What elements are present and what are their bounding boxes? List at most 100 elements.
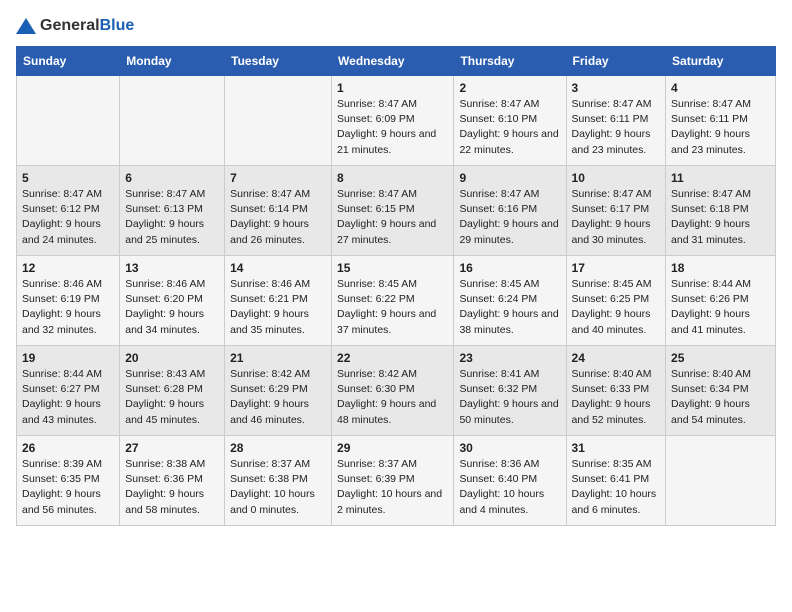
calendar-cell: 7 Sunrise: 8:47 AM Sunset: 6:14 PM Daylig… [225,166,332,256]
day-number: 18 [671,261,770,275]
cell-content: Sunrise: 8:46 AM Sunset: 6:21 PM Dayligh… [230,277,326,338]
cell-content: Sunrise: 8:47 AM Sunset: 6:09 PM Dayligh… [337,97,448,158]
calendar-week-4: 19 Sunrise: 8:44 AM Sunset: 6:27 PM Dayli… [17,346,776,436]
day-number: 20 [125,351,219,365]
weekday-header-friday: Friday [566,47,666,76]
calendar-cell [666,436,776,526]
header: GeneralBlue [16,16,776,36]
cell-content: Sunrise: 8:46 AM Sunset: 6:19 PM Dayligh… [22,277,114,338]
day-number: 29 [337,441,448,455]
calendar-cell: 27Sunrise: 8:38 AM Sunset: 6:36 PM Dayli… [120,436,225,526]
calendar-cell: 30 Sunrise: 8:36 AM Sunset: 6:40 PM Dayli… [454,436,566,526]
logo-general-text: General [40,17,100,34]
day-number: 2 [459,81,560,95]
cell-content: Sunrise: 8:47 AM Sunset: 6:11 PM Dayligh… [572,97,661,158]
weekday-header-wednesday: Wednesday [332,47,454,76]
cell-content: Sunrise: 8:47 AM Sunset: 6:12 PM Dayligh… [22,187,114,248]
day-number: 10 [572,171,661,185]
calendar-cell: 3 Sunrise: 8:47 AM Sunset: 6:11 PM Daylig… [566,76,666,166]
calendar-table: SundayMondayTuesdayWednesdayThursdayFrid… [16,46,776,526]
cell-content: Sunrise: 8:47 AM Sunset: 6:18 PM Dayligh… [671,187,770,248]
calendar-cell: 22 Sunrise: 8:42 AM Sunset: 6:30 PM Dayli… [332,346,454,436]
calendar-cell: 8Sunrise: 8:47 AM Sunset: 6:15 PM Daylig… [332,166,454,256]
cell-content: Sunrise: 8:45 AM Sunset: 6:25 PM Dayligh… [572,277,661,338]
calendar-cell: 18 Sunrise: 8:44 AM Sunset: 6:26 PM Dayli… [666,256,776,346]
weekday-header-saturday: Saturday [666,47,776,76]
calendar-cell [225,76,332,166]
cell-content: Sunrise: 8:37 AM Sunset: 6:38 PM Dayligh… [230,457,326,518]
day-number: 17 [572,261,661,275]
cell-content: Sunrise: 8:42 AM Sunset: 6:29 PM Dayligh… [230,367,326,428]
day-number: 7 [230,171,326,185]
weekday-header-tuesday: Tuesday [225,47,332,76]
day-number: 21 [230,351,326,365]
day-number: 26 [22,441,114,455]
cell-content: Sunrise: 8:44 AM Sunset: 6:26 PM Dayligh… [671,277,770,338]
day-number: 9 [459,171,560,185]
calendar-cell: 11 Sunrise: 8:47 AM Sunset: 6:18 PM Dayli… [666,166,776,256]
day-number: 28 [230,441,326,455]
calendar-cell: 5 Sunrise: 8:47 AM Sunset: 6:12 PM Daylig… [17,166,120,256]
calendar-cell: 15 Sunrise: 8:45 AM Sunset: 6:22 PM Dayli… [332,256,454,346]
weekday-header-thursday: Thursday [454,47,566,76]
calendar-cell: 10 Sunrise: 8:47 AM Sunset: 6:17 PM Dayli… [566,166,666,256]
day-number: 24 [572,351,661,365]
cell-content: Sunrise: 8:47 AM Sunset: 6:15 PM Dayligh… [337,187,448,248]
calendar-cell: 9 Sunrise: 8:47 AM Sunset: 6:16 PM Daylig… [454,166,566,256]
day-number: 22 [337,351,448,365]
calendar-cell: 16Sunrise: 8:45 AM Sunset: 6:24 PM Dayli… [454,256,566,346]
cell-content: Sunrise: 8:47 AM Sunset: 6:14 PM Dayligh… [230,187,326,248]
day-number: 3 [572,81,661,95]
day-number: 4 [671,81,770,95]
day-number: 31 [572,441,661,455]
cell-content: Sunrise: 8:47 AM Sunset: 6:17 PM Dayligh… [572,187,661,248]
cell-content: Sunrise: 8:42 AM Sunset: 6:30 PM Dayligh… [337,367,448,428]
day-number: 14 [230,261,326,275]
cell-content: Sunrise: 8:36 AM Sunset: 6:40 PM Dayligh… [459,457,560,518]
calendar-cell: 21 Sunrise: 8:42 AM Sunset: 6:29 PM Dayli… [225,346,332,436]
calendar-week-1: 1 Sunrise: 8:47 AM Sunset: 6:09 PM Daylig… [17,76,776,166]
calendar-cell: 1 Sunrise: 8:47 AM Sunset: 6:09 PM Daylig… [332,76,454,166]
cell-content: Sunrise: 8:47 AM Sunset: 6:11 PM Dayligh… [671,97,770,158]
calendar-cell: 13Sunrise: 8:46 AM Sunset: 6:20 PM Dayli… [120,256,225,346]
day-number: 15 [337,261,448,275]
cell-content: Sunrise: 8:44 AM Sunset: 6:27 PM Dayligh… [22,367,114,428]
cell-content: Sunrise: 8:35 AM Sunset: 6:41 PM Dayligh… [572,457,661,518]
weekday-header-sunday: Sunday [17,47,120,76]
day-number: 11 [671,171,770,185]
day-number: 6 [125,171,219,185]
cell-content: Sunrise: 8:40 AM Sunset: 6:33 PM Dayligh… [572,367,661,428]
calendar-cell: 25Sunrise: 8:40 AM Sunset: 6:34 PM Dayli… [666,346,776,436]
day-number: 19 [22,351,114,365]
cell-content: Sunrise: 8:47 AM Sunset: 6:16 PM Dayligh… [459,187,560,248]
day-number: 1 [337,81,448,95]
calendar-cell: 12 Sunrise: 8:46 AM Sunset: 6:19 PM Dayli… [17,256,120,346]
cell-content: Sunrise: 8:38 AM Sunset: 6:36 PM Dayligh… [125,457,219,518]
calendar-cell: 23Sunrise: 8:41 AM Sunset: 6:32 PM Dayli… [454,346,566,436]
calendar-cell: 19 Sunrise: 8:44 AM Sunset: 6:27 PM Dayli… [17,346,120,436]
day-number: 12 [22,261,114,275]
logo-blue-text: Blue [100,17,135,34]
calendar-header: SundayMondayTuesdayWednesdayThursdayFrid… [17,47,776,76]
cell-content: Sunrise: 8:37 AM Sunset: 6:39 PM Dayligh… [337,457,448,518]
logo-triangle-icon [16,16,36,36]
calendar-cell: 2 Sunrise: 8:47 AM Sunset: 6:10 PM Daylig… [454,76,566,166]
cell-content: Sunrise: 8:45 AM Sunset: 6:22 PM Dayligh… [337,277,448,338]
calendar-cell [120,76,225,166]
calendar-cell: 24 Sunrise: 8:40 AM Sunset: 6:33 PM Dayli… [566,346,666,436]
cell-content: Sunrise: 8:43 AM Sunset: 6:28 PM Dayligh… [125,367,219,428]
calendar-cell: 17 Sunrise: 8:45 AM Sunset: 6:25 PM Dayli… [566,256,666,346]
cell-content: Sunrise: 8:40 AM Sunset: 6:34 PM Dayligh… [671,367,770,428]
day-number: 16 [459,261,560,275]
calendar-cell: 20 Sunrise: 8:43 AM Sunset: 6:28 PM Dayli… [120,346,225,436]
weekday-header-monday: Monday [120,47,225,76]
day-number: 5 [22,171,114,185]
cell-content: Sunrise: 8:47 AM Sunset: 6:10 PM Dayligh… [459,97,560,158]
day-number: 30 [459,441,560,455]
calendar-cell: 31 Sunrise: 8:35 AM Sunset: 6:41 PM Dayli… [566,436,666,526]
cell-content: Sunrise: 8:47 AM Sunset: 6:13 PM Dayligh… [125,187,219,248]
calendar-week-5: 26 Sunrise: 8:39 AM Sunset: 6:35 PM Dayli… [17,436,776,526]
cell-content: Sunrise: 8:46 AM Sunset: 6:20 PM Dayligh… [125,277,219,338]
cell-content: Sunrise: 8:39 AM Sunset: 6:35 PM Dayligh… [22,457,114,518]
calendar-cell: 26 Sunrise: 8:39 AM Sunset: 6:35 PM Dayli… [17,436,120,526]
